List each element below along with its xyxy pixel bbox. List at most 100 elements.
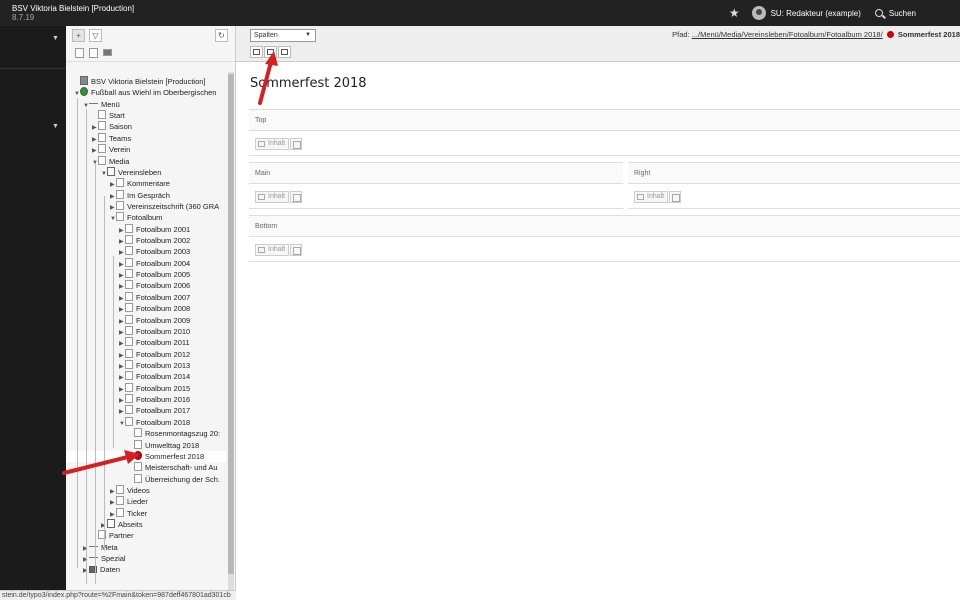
search-icon[interactable] [874, 9, 883, 17]
path-link[interactable]: .../Menü/Media/Vereinsleben/Fotoalbum/Fo… [692, 30, 883, 39]
tree-node-label: Spezial [101, 554, 126, 564]
tree-node-label: Fotoalbum 2005 [136, 270, 191, 280]
new-content-button[interactable]: Inhalt [255, 191, 290, 203]
tree-node[interactable]: ▶ Kommentare [110, 178, 170, 189]
view-mode-select[interactable]: Spalten ▼ [250, 29, 316, 42]
page-doktype-icon[interactable] [75, 48, 84, 58]
site-name: BSV Viktoria Bielstein [Production] [12, 4, 135, 13]
chevron-down-icon[interactable]: ▼ [52, 35, 59, 42]
paste-button[interactable] [290, 191, 302, 203]
page-icon [125, 348, 133, 358]
page-icon [125, 371, 133, 381]
page-icon [98, 155, 106, 165]
tree-node-label: Lieder [127, 497, 148, 507]
tree-node-label: Teams [109, 133, 132, 143]
tree-node[interactable]: ▶Daten [83, 564, 120, 575]
tree-node[interactable]: ▶ Fotoalbum 2015 [119, 382, 191, 394]
user-menu-label[interactable]: SU: Redakteur (example) [771, 9, 861, 18]
tree-node[interactable]: ▶Abseits [101, 519, 143, 530]
tree-guide-line [104, 196, 105, 551]
user-avatar-icon[interactable] [751, 6, 766, 20]
tree-node[interactable]: ▶ Fotoalbum 2004 [119, 257, 191, 269]
tree-node[interactable]: ▶ Im Gespräch [110, 189, 170, 201]
paste-button[interactable] [290, 244, 302, 256]
search-label[interactable]: Suchen [889, 9, 916, 18]
page-icon [98, 110, 106, 120]
tree-node-label: Videos [127, 485, 150, 495]
new-content-label: Inhalt [647, 193, 665, 200]
paste-button[interactable] [290, 138, 302, 150]
site-info[interactable]: BSV Viktoria Bielstein [Production] 8.7.… [12, 4, 134, 22]
tree-node[interactable]: ▶ Fotoalbum 2009 [119, 314, 190, 326]
tree-node-label: Fotoalbum 2004 [136, 258, 191, 268]
new-content-button[interactable]: Inhalt [634, 191, 669, 203]
tree-node[interactable]: ▶ Teams [92, 132, 132, 144]
new-page-drag-icon[interactable]: + [72, 29, 85, 42]
tree-node[interactable]: ▶ Videos [110, 484, 150, 496]
page-icon [125, 314, 133, 324]
tree-node[interactable]: ▶ Fotoalbum 2006 [119, 280, 190, 291]
content-new-icon [258, 194, 265, 200]
tree-node[interactable]: ▶ Saison [92, 121, 132, 132]
new-content-button[interactable]: Inhalt [255, 244, 290, 256]
tree-node[interactable]: ▼ Media [92, 155, 129, 167]
paste-button[interactable] [669, 191, 681, 203]
scrollbar-thumb[interactable] [228, 74, 234, 574]
tree-node-label: Fotoalbum 2014 [136, 372, 191, 382]
folder-doktype-icon[interactable] [103, 49, 112, 56]
tree-node-label: Menü [101, 99, 120, 109]
tree-node[interactable]: ▶ Fotoalbum 2014 [119, 371, 190, 382]
tree-node[interactable]: ▶ Fotoalbum 2008 [119, 303, 190, 314]
tree-node[interactable]: ▶ Vereinszeitschrift (360 GRA [110, 200, 220, 212]
page-tree: BSV Viktoria Bielstein [Production] ▼ Fußb… [66, 74, 226, 584]
filter-icon[interactable]: ▽ [89, 29, 102, 42]
tree-node[interactable]: ▶ Fotoalbum 2010 [119, 325, 190, 337]
tree-node[interactable]: Rosenmontagszug 20: [128, 428, 220, 439]
tree-node[interactable]: ▼ Fußball aus Wiehl im Oberbergischen [74, 87, 216, 98]
shortcut-doktype-icon[interactable] [89, 48, 98, 58]
tree-node[interactable]: ▶ Fotoalbum 2017 [119, 405, 190, 416]
page-icon [134, 428, 142, 438]
tree-node-label: Fotoalbum 2016 [136, 395, 191, 405]
tree-node[interactable]: ▼ Fotoalbum 2018 [119, 416, 190, 428]
new-content-button[interactable]: Inhalt [255, 138, 290, 150]
tree-node[interactable]: ▶Spezial [83, 553, 126, 564]
tree-node[interactable]: ▶ Fotoalbum 2003 [119, 246, 190, 257]
tree-node-label: Fotoalbum 2015 [136, 383, 191, 393]
page-icon [116, 484, 124, 494]
tree-node[interactable]: ▶ Fotoalbum 2012 [119, 348, 191, 360]
tree-node[interactable]: ▶ Fotoalbum 2002 [119, 235, 190, 246]
page-tree-scrollbar[interactable] [228, 72, 234, 590]
tree-node[interactable]: ▶ Fotoalbum 2005 [119, 269, 190, 280]
new-content-label: Inhalt [268, 246, 286, 253]
tree-node[interactable]: ▼ Vereinsleben [101, 166, 161, 178]
tree-node[interactable]: ▶ Ticker [110, 507, 147, 519]
tree-node-label: Kommentare [127, 179, 170, 189]
tree-node[interactable]: ▶ Fotoalbum 2013 [119, 360, 190, 371]
column-header-right: Right [628, 162, 960, 184]
tree-node[interactable]: ▶ Fotoalbum 2011 [119, 337, 190, 348]
tree-node-label: Fotoalbum 2012 [136, 349, 191, 359]
menu-separator-icon [89, 102, 98, 104]
tree-node[interactable]: ▼ Menü [83, 99, 120, 110]
bookmark-star-icon[interactable]: ★ [729, 6, 740, 20]
tree-node-label: Fußball aus Wiehl im Oberbergischen [91, 88, 217, 98]
tree-node[interactable]: Start [92, 110, 125, 121]
tree-node-label: Vereinszeitschrift (360 GRA [127, 201, 220, 211]
tree-node[interactable]: ▶ Fotoalbum 2001 [119, 223, 190, 235]
tree-node[interactable]: ▶ Verein [92, 144, 130, 155]
chevron-down-icon: ▼ [305, 32, 311, 38]
tree-node[interactable]: ▶Meta [83, 542, 118, 553]
refresh-icon[interactable]: ↻ [215, 29, 228, 42]
tree-node[interactable]: ▶ Fotoalbum 2007 [119, 291, 190, 303]
column-header-top: Top [249, 109, 960, 131]
shortcut-page-icon [107, 166, 115, 176]
page-icon [125, 303, 133, 313]
tree-node[interactable]: Partner [92, 530, 134, 541]
tree-node[interactable]: ▶ Fotoalbum 2016 [119, 394, 190, 405]
tree-node[interactable]: ▼ Fotoalbum [110, 212, 162, 223]
tree-node[interactable]: ▶ Lieder [110, 496, 148, 507]
view-mode-value: Spalten [254, 32, 278, 39]
chevron-down-icon[interactable]: ▼ [52, 123, 59, 130]
tree-node[interactable]: BSV Viktoria Bielstein [Production] [74, 76, 206, 87]
